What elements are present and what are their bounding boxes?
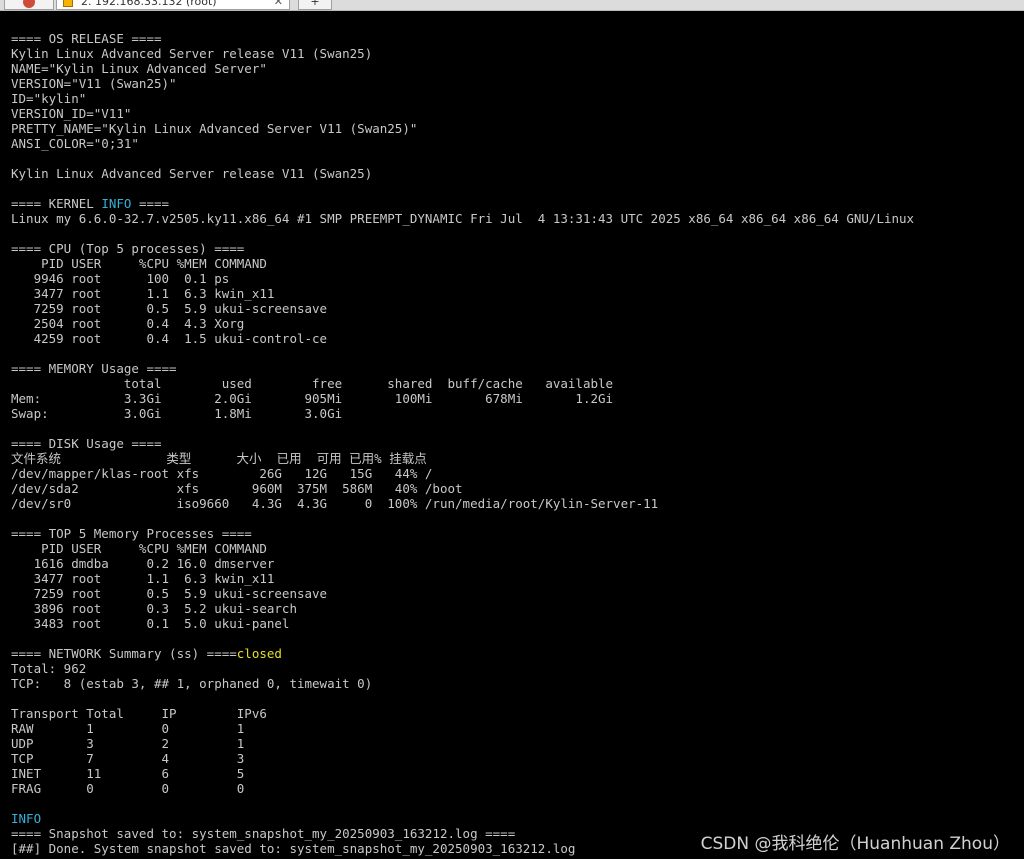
terminal-line: VERSION_ID="V11" — [11, 106, 132, 121]
terminal-line: RAW 1 0 1 — [11, 721, 245, 736]
tab-session-label: 2. 192.168.33.132 (root) — [81, 0, 217, 8]
terminal-line: INFO — [11, 811, 1024, 826]
terminal-line: Transport Total IP IPv6 — [11, 706, 267, 721]
terminal-line: ANSI_COLOR="0;31" — [11, 136, 139, 151]
tab-home[interactable] — [4, 0, 54, 10]
terminal-window[interactable]: ==== OS RELEASE ==== Kylin Linux Advanced… — [0, 11, 1024, 859]
watermark: CSDN @我科绝伦（Huanhuan Zhou） — [700, 834, 1010, 854]
terminal-line: /dev/sda2 xfs 960M 375M 586M 40% /boot — [11, 481, 463, 496]
tab-bar: 2. 192.168.33.132 (root) ✕ + — [0, 0, 1024, 11]
terminal-line: PID USER %CPU %MEM COMMAND — [11, 541, 267, 556]
terminal-line: ==== CPU (Top 5 processes) ==== — [11, 241, 245, 256]
highlighted-word: closed — [236, 646, 282, 661]
terminal-output: ==== OS RELEASE ==== Kylin Linux Advanced… — [0, 11, 1024, 856]
terminal-line: ==== DISK Usage ==== — [11, 436, 162, 451]
terminal-line: 1616 dmdba 0.2 16.0 dmserver — [11, 556, 275, 571]
terminal-line: Total: 962 — [11, 661, 87, 676]
terminal-line: ==== KERNEL INFO ==== — [11, 196, 170, 211]
terminal-line: 3483 root 0.1 5.0 ukui-panel — [11, 616, 290, 631]
terminal-line: total used free shared buff/cache availa… — [11, 376, 614, 391]
new-tab-button[interactable]: + — [298, 0, 332, 10]
terminal-line: 7259 root 0.5 5.9 ukui-screensave — [11, 586, 328, 601]
terminal-line: Mem: 3.3Gi 2.0Gi 905Mi 100Mi 678Mi 1.2Gi — [11, 391, 614, 406]
terminal-line: TCP 7 4 3 — [11, 751, 245, 766]
terminal-line: UDP 3 2 1 — [11, 736, 245, 751]
terminal-line: Kylin Linux Advanced Server release V11 … — [11, 166, 373, 181]
terminal-line: Linux my 6.6.0-32.7.v2505.ky11.x86_64 #1… — [11, 211, 915, 226]
terminal-icon — [63, 0, 73, 7]
terminal-line: ID="kylin" — [11, 91, 87, 106]
terminal-line: TCP: 8 (estab 3, ## 1, orphaned 0, timew… — [11, 676, 373, 691]
terminal-line: 9946 root 100 0.1 ps — [11, 271, 230, 286]
terminal-line: VERSION="V11 (Swan25)" — [11, 76, 177, 91]
terminal-line: 7259 root 0.5 5.9 ukui-screensave — [11, 301, 328, 316]
terminal-line: /dev/sr0 iso9660 4.3G 4.3G 0 100% /run/m… — [11, 496, 659, 511]
highlighted-word: INFO — [11, 811, 42, 826]
terminal-line: 2504 root 0.4 4.3 Xorg — [11, 316, 245, 331]
terminal-line: 4259 root 0.4 1.5 ukui-control-ce — [11, 331, 328, 346]
terminal-line: 3896 root 0.3 5.2 ukui-search — [11, 601, 297, 616]
terminal-line: FRAG 0 0 0 — [11, 781, 245, 796]
terminal-line: NAME="Kylin Linux Advanced Server" — [11, 61, 267, 76]
terminal-line: PRETTY_NAME="Kylin Linux Advanced Server… — [11, 121, 418, 136]
home-icon — [23, 0, 35, 8]
terminal-line: Kylin Linux Advanced Server release V11 … — [11, 46, 373, 61]
terminal-line: ==== OS RELEASE ==== — [11, 31, 162, 46]
terminal-line: Swap: 3.0Gi 1.8Mi 3.0Gi — [11, 406, 343, 421]
terminal-line: 3477 root 1.1 6.3 kwin_x11 — [11, 571, 275, 586]
terminal-line: INET 11 6 5 — [11, 766, 245, 781]
highlighted-word: INFO — [101, 196, 132, 211]
terminal-line: PID USER %CPU %MEM COMMAND — [11, 256, 267, 271]
terminal-line: 3477 root 1.1 6.3 kwin_x11 — [11, 286, 275, 301]
terminal-line: ==== NETWORK Summary (ss) ====closed — [11, 646, 282, 661]
tab-ssh-session[interactable]: 2. 192.168.33.132 (root) ✕ — [56, 0, 290, 10]
close-icon[interactable]: ✕ — [274, 0, 283, 10]
terminal-line: ==== TOP 5 Memory Processes ==== — [11, 526, 252, 541]
terminal-line: ==== MEMORY Usage ==== — [11, 361, 177, 376]
terminal-line: 文件系统 类型 大小 已用 可用 已用% 挂载点 — [11, 451, 427, 466]
terminal-line: /dev/mapper/klas-root xfs 26G 12G 15G 44… — [11, 466, 433, 481]
